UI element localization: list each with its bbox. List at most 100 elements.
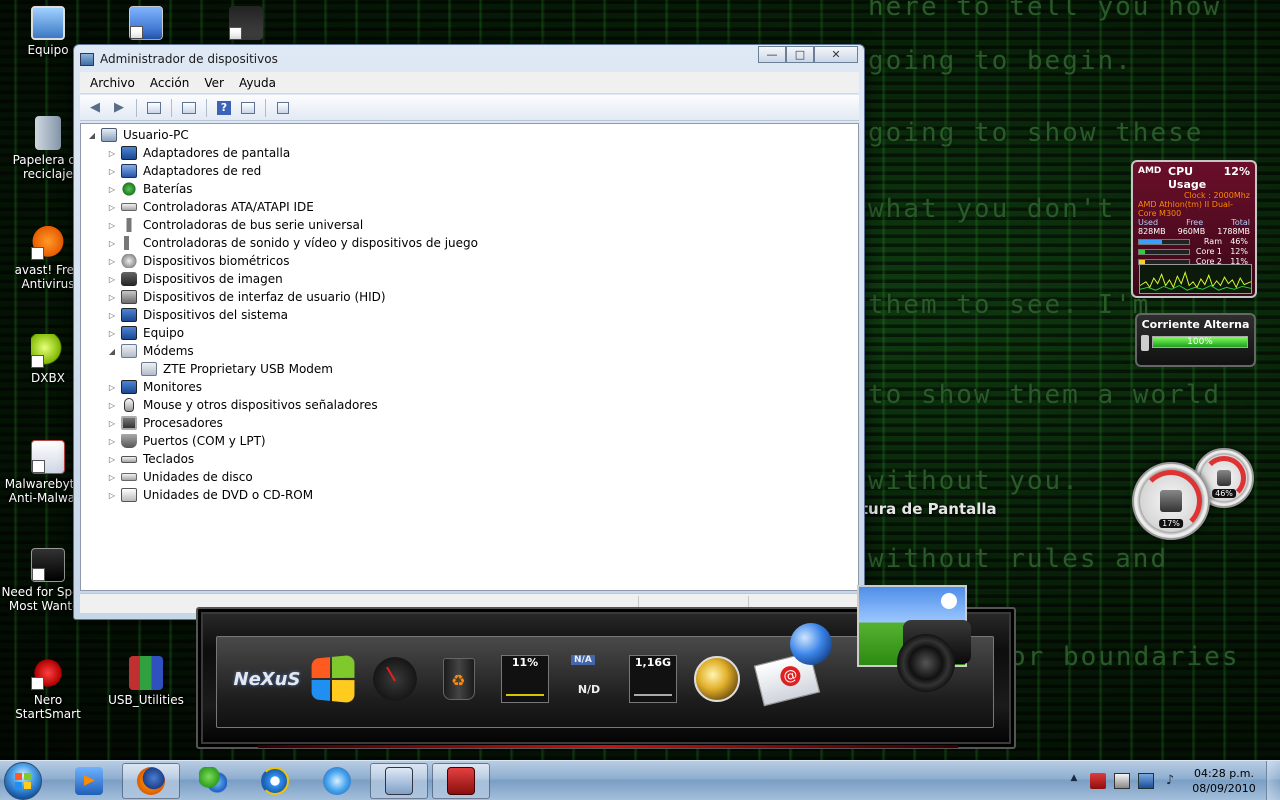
dock-item-disk-meter[interactable]: 1,16G xyxy=(624,649,682,709)
show-hide-console-tree-button[interactable] xyxy=(143,98,165,118)
dock-item-start[interactable] xyxy=(302,649,360,709)
taskbar-messenger[interactable] xyxy=(184,763,242,799)
properties-button[interactable] xyxy=(178,98,200,118)
device-tree[interactable]: ◢ Usuario-PC ▷ Adaptadores de pantalla ▷… xyxy=(80,123,859,591)
toolbar-separator xyxy=(171,98,172,117)
computer-icon xyxy=(121,326,137,340)
cpu-chip-icon xyxy=(1160,490,1182,512)
action-center-flag-icon[interactable] xyxy=(1114,773,1130,789)
dock-item-camera[interactable] xyxy=(895,612,971,694)
tree-item-display-adapters[interactable]: ▷ Adaptadores de pantalla xyxy=(107,144,290,162)
desktop-icon-label: Nero StartSmart xyxy=(15,693,81,721)
dock-item-nexus[interactable]: NeXuS xyxy=(234,649,301,709)
tree-item-disk-drives[interactable]: ▷ Unidades de disco xyxy=(107,468,253,486)
collapse-arrow-icon[interactable]: ◢ xyxy=(107,347,117,356)
expand-arrow-icon[interactable]: ▷ xyxy=(107,149,117,158)
tree-root[interactable]: ◢ Usuario-PC xyxy=(87,126,189,144)
need-for-speed-icon xyxy=(31,548,65,582)
taskbar-internet-explorer[interactable] xyxy=(246,763,304,799)
matrix-quote-line: going to show these xyxy=(868,118,1204,148)
expand-arrow-icon[interactable]: ▷ xyxy=(107,221,117,230)
expand-arrow-icon[interactable]: ▷ xyxy=(107,383,117,392)
menu-archivo[interactable]: Archivo xyxy=(84,74,141,92)
taskbar-firefox[interactable] xyxy=(122,763,180,799)
device-manager-window[interactable]: Administrador de dispositivos — □ ✕ Arch… xyxy=(73,44,865,620)
expand-arrow-icon[interactable]: ▷ xyxy=(107,293,117,302)
menu-ayuda[interactable]: Ayuda xyxy=(233,74,282,92)
help-button[interactable]: ? xyxy=(213,98,235,118)
tree-item-ide-controllers[interactable]: ▷ Controladoras ATA/ATAPI IDE xyxy=(107,198,314,216)
expand-arrow-icon[interactable]: ▷ xyxy=(107,419,117,428)
tree-item-keyboards[interactable]: ▷ Teclados xyxy=(107,450,194,468)
expand-arrow-icon[interactable]: ▷ xyxy=(107,203,117,212)
taskbar-mobile-partner[interactable] xyxy=(308,763,366,799)
globe-icon xyxy=(694,656,740,702)
expand-arrow-icon[interactable]: ▷ xyxy=(107,437,117,446)
show-hidden-icons-button[interactable]: ▲ xyxy=(1066,773,1082,789)
dock-item-cpu-meter[interactable]: 11% xyxy=(496,649,554,709)
tree-item-sound-controllers[interactable]: ▷ Controladoras de sonido y vídeo y disp… xyxy=(107,234,478,252)
cpu-gauge[interactable]: 17% xyxy=(1132,462,1210,540)
tree-item-label: Módems xyxy=(143,344,194,358)
maximize-button[interactable]: □ xyxy=(786,46,814,63)
desktop-icon-shortcut[interactable] xyxy=(96,6,196,43)
tree-item-computer[interactable]: ▷ Equipo xyxy=(107,324,184,342)
scan-hardware-button[interactable] xyxy=(272,98,294,118)
minimize-button[interactable]: — xyxy=(758,46,786,63)
security-icon[interactable] xyxy=(1090,773,1106,789)
power-gadget[interactable]: Corriente Alterna 100% xyxy=(1135,313,1256,367)
processor-icon xyxy=(121,416,137,430)
expand-arrow-icon[interactable]: ▷ xyxy=(107,491,117,500)
tree-item-mice[interactable]: ▷ Mouse y otros dispositivos señaladores xyxy=(107,396,378,414)
close-button[interactable]: ✕ xyxy=(814,46,858,63)
dock-item-recycle-bin[interactable] xyxy=(430,649,488,709)
taskbar-media-player[interactable] xyxy=(60,763,118,799)
desktop-icon-nexus[interactable] xyxy=(196,6,296,43)
tree-item-dvd-drives[interactable]: ▷ Unidades de DVD o CD-ROM xyxy=(107,486,313,504)
collapse-arrow-icon[interactable]: ◢ xyxy=(87,131,97,140)
matrix-quote-line: what you don't xyxy=(868,194,1116,224)
expand-arrow-icon[interactable]: ▷ xyxy=(107,455,117,464)
tree-item-biometric-devices[interactable]: ▷ Dispositivos biométricos xyxy=(107,252,289,270)
expand-arrow-icon[interactable]: ▷ xyxy=(107,311,117,320)
expand-arrow-icon[interactable]: ▷ xyxy=(107,401,117,410)
show-desktop-button[interactable] xyxy=(1266,761,1280,800)
volume-icon[interactable]: ♪ xyxy=(1162,773,1178,789)
dock-item-clock[interactable] xyxy=(366,649,424,709)
tree-item-network-adapters[interactable]: ▷ Adaptadores de red xyxy=(107,162,261,180)
start-button[interactable] xyxy=(4,762,42,800)
window-titlebar[interactable]: Administrador de dispositivos xyxy=(80,49,278,69)
expand-arrow-icon[interactable]: ▷ xyxy=(107,257,117,266)
tree-item-batteries[interactable]: ▷ Baterías xyxy=(107,180,193,198)
expand-arrow-icon[interactable]: ▷ xyxy=(107,329,117,338)
expand-arrow-icon[interactable]: ▷ xyxy=(107,473,117,482)
tree-item-ports[interactable]: ▷ Puertos (COM y LPT) xyxy=(107,432,266,450)
forward-button[interactable]: ▶ xyxy=(108,98,130,118)
tree-item-system-devices[interactable]: ▷ Dispositivos del sistema xyxy=(107,306,288,324)
dock-item-globe[interactable] xyxy=(688,649,746,709)
taskbar-toolbox[interactable] xyxy=(432,763,490,799)
network-icon[interactable] xyxy=(1138,773,1154,789)
taskbar-clock[interactable]: 04:28 p.m. 08/09/2010 xyxy=(1186,766,1262,796)
desktop-icon-usb-utilities[interactable]: USB_Utilities xyxy=(98,656,194,707)
tree-item-label: Teclados xyxy=(143,452,195,466)
expand-arrow-icon[interactable]: ▷ xyxy=(107,239,117,248)
dock-item-network-meter[interactable]: N/A N/D xyxy=(560,649,618,709)
cpu-usage-gadget[interactable]: AMD CPU Usage 12% Clock : 2000Mhz AMD At… xyxy=(1131,160,1257,298)
tree-item-imaging-devices[interactable]: ▷ Dispositivos de imagen xyxy=(107,270,283,288)
tree-item-hid[interactable]: ▷ Dispositivos de interfaz de usuario (H… xyxy=(107,288,386,306)
menu-accion[interactable]: Acción xyxy=(144,74,195,92)
desktop-icon-nero[interactable]: Nero StartSmart xyxy=(0,656,96,721)
taskbar-device-manager[interactable] xyxy=(370,763,428,799)
expand-arrow-icon[interactable]: ▷ xyxy=(107,167,117,176)
tree-item-modems[interactable]: ◢ Módems xyxy=(107,342,194,360)
tree-item-monitors[interactable]: ▷ Monitores xyxy=(107,378,202,396)
tree-item-usb-controllers[interactable]: ▷ Controladoras de bus serie universal xyxy=(107,216,363,234)
tree-item-zte-modem[interactable]: ZTE Proprietary USB Modem xyxy=(141,360,333,378)
expand-arrow-icon[interactable]: ▷ xyxy=(107,185,117,194)
menu-ver[interactable]: Ver xyxy=(198,74,230,92)
show-action-pane-button[interactable] xyxy=(237,98,259,118)
expand-arrow-icon[interactable]: ▷ xyxy=(107,275,117,284)
tree-item-processors[interactable]: ▷ Procesadores xyxy=(107,414,223,432)
back-button[interactable]: ◀ xyxy=(84,98,106,118)
